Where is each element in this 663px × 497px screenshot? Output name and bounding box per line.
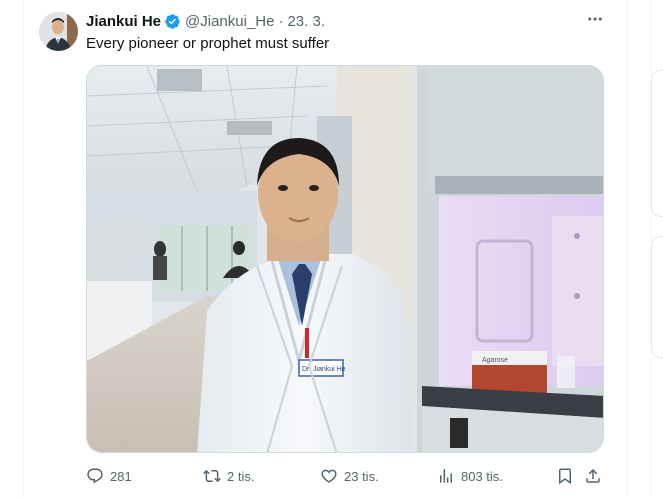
tweet-image[interactable]: Agarose Dr. Jiankui He bbox=[86, 65, 604, 453]
bookmark-button[interactable] bbox=[556, 464, 574, 488]
like-button[interactable]: 23 tis. bbox=[320, 464, 379, 488]
right-sidebar-edge bbox=[651, 0, 663, 497]
tweet-header: Jiankui He @Jiankui_He · 23. 3. bbox=[86, 11, 325, 31]
like-icon bbox=[321, 469, 337, 483]
reply-count: 281 bbox=[110, 468, 132, 484]
verified-badge-icon bbox=[164, 13, 181, 30]
timeline-right-border bbox=[626, 0, 627, 497]
tweet-actions: 281 2 tis. 23 tis. 803 tis. bbox=[86, 464, 606, 488]
timeline-left-border bbox=[23, 0, 24, 497]
more-options-button[interactable] bbox=[583, 10, 607, 32]
separator-dot: · bbox=[278, 12, 284, 30]
avatar[interactable] bbox=[39, 12, 78, 51]
packaging-label: Agarose bbox=[482, 357, 508, 364]
tweet-date[interactable]: 23. 3. bbox=[287, 13, 325, 30]
views-button[interactable]: 803 tis. bbox=[437, 464, 503, 488]
author-name[interactable]: Jiankui He bbox=[86, 13, 161, 30]
author-handle[interactable]: @Jiankui_He bbox=[185, 13, 274, 30]
more-icon bbox=[586, 10, 604, 33]
repost-icon bbox=[203, 469, 221, 483]
like-count: 23 tis. bbox=[344, 468, 379, 484]
repost-count: 2 tis. bbox=[227, 468, 255, 484]
reply-button[interactable]: 281 bbox=[86, 464, 132, 488]
reply-icon bbox=[87, 468, 103, 484]
share-button[interactable] bbox=[584, 464, 602, 488]
repost-button[interactable]: 2 tis. bbox=[203, 464, 254, 488]
views-icon bbox=[440, 469, 452, 483]
bookmark-icon bbox=[559, 468, 571, 485]
views-count: 803 tis. bbox=[461, 468, 503, 484]
share-icon bbox=[586, 468, 600, 483]
tweet-text: Every pioneer or prophet must suffer bbox=[86, 35, 330, 52]
